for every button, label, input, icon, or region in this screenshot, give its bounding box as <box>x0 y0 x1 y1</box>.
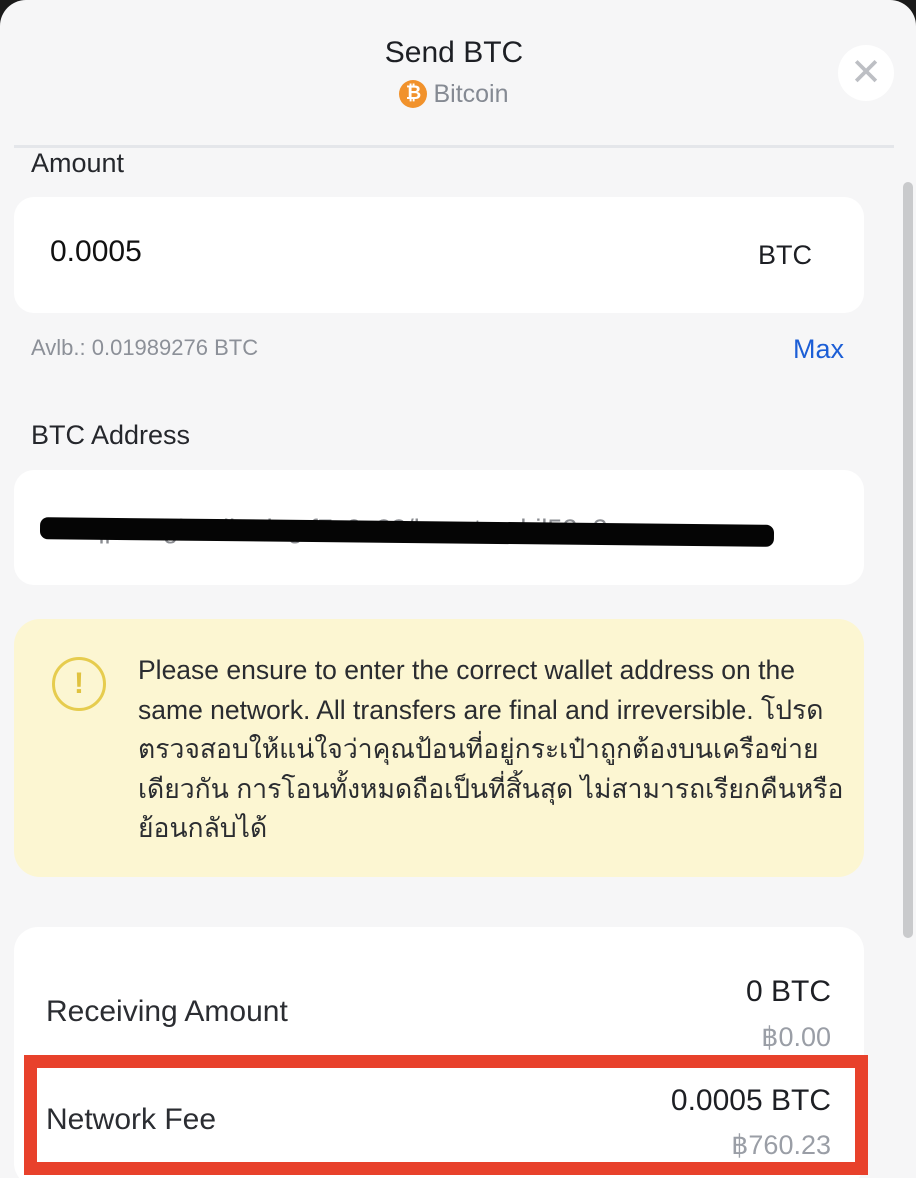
send-btc-sheet: Send BTC ₿ Bitcoin ✕ Amount 0.0005 BTC Av… <box>0 0 916 1178</box>
warning-icon: ! <box>52 657 106 711</box>
sheet-header: Send BTC ₿ Bitcoin ✕ <box>0 0 916 146</box>
close-button[interactable]: ✕ <box>838 45 894 101</box>
network-subtitle: ₿ Bitcoin <box>0 80 908 109</box>
amount-value[interactable]: 0.0005 <box>50 235 142 269</box>
scrollbar[interactable] <box>903 182 913 938</box>
warning-banner: ! Please ensure to enter the correct wal… <box>14 619 864 877</box>
receiving-amount-label: Receiving Amount <box>46 995 288 1028</box>
max-button[interactable]: Max <box>793 334 844 365</box>
available-balance: Avlb.: 0.01989276 BTC <box>31 335 259 360</box>
network-name: Bitcoin <box>433 80 509 108</box>
receiving-amount-thb: ฿0.00 <box>761 1022 831 1052</box>
warning-text: Please ensure to enter the correct walle… <box>138 655 844 843</box>
network-fee-highlight <box>24 1055 868 1175</box>
address-label: BTC Address <box>31 420 191 450</box>
address-input[interactable]: bc1qpz89gbxtdkedegtf7z2e33/buentpprbjl52… <box>14 470 864 585</box>
receiving-amount-btc: 0 BTC <box>745 975 831 1008</box>
amount-input[interactable]: 0.0005 BTC <box>14 197 864 313</box>
header-divider <box>14 145 894 148</box>
close-icon: ✕ <box>850 52 882 94</box>
amount-label: Amount <box>31 148 125 178</box>
page-title: Send BTC <box>384 36 524 69</box>
amount-unit: BTC <box>758 240 812 270</box>
bitcoin-icon: ₿ <box>399 80 428 108</box>
